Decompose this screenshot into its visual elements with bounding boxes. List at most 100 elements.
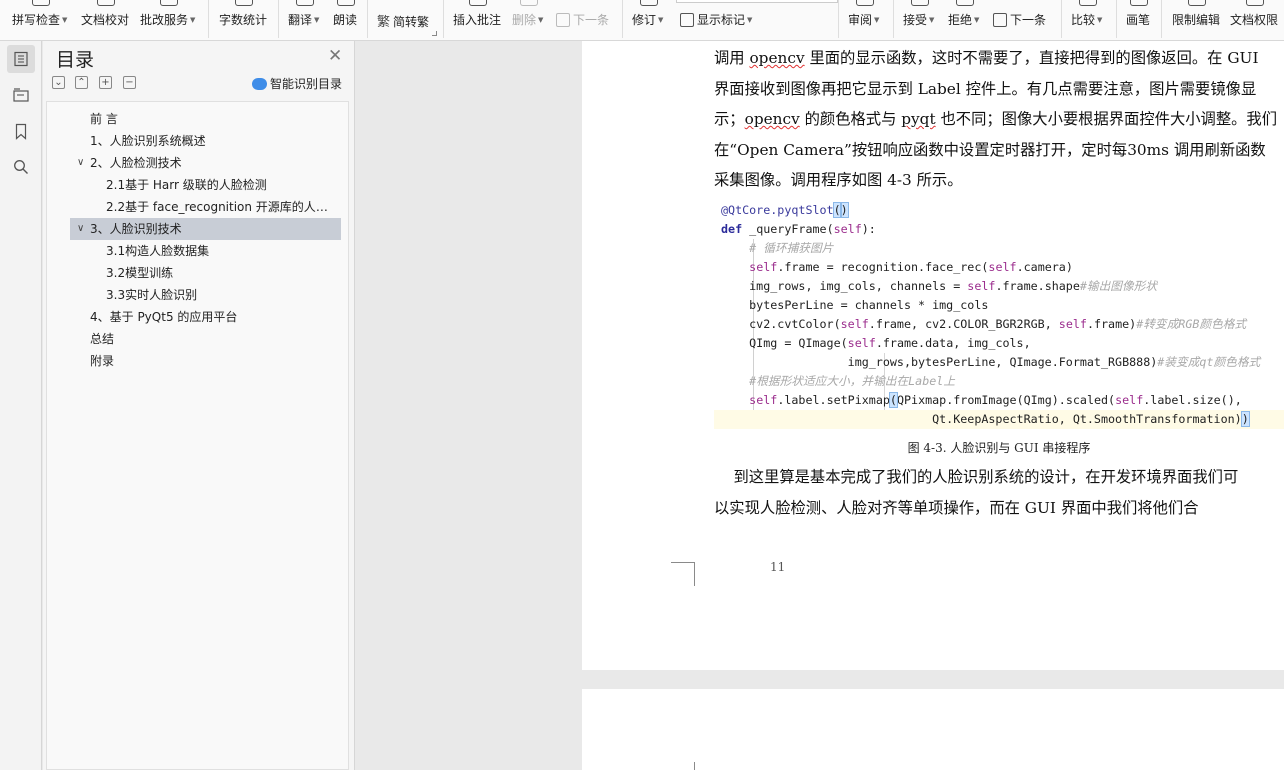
pen-button[interactable]: 画笔	[1126, 0, 1152, 40]
document-page[interactable]: 调用 opencv 里面的显示函数，这时不需要了，直接把得到的图像返回。在 GU…	[582, 41, 1284, 670]
text-line: 以实现人脸检测、人脸对齐等单项操作，而在 GUI 界面中我们将他们合	[714, 493, 1284, 524]
text-run: 界面接收到图像再把它显示到 Label 控件上。有几点需要注意，图片需要镜像显	[714, 79, 1257, 98]
correction-service-button[interactable]: 批改服务 ▼	[140, 0, 198, 40]
code-line: cv2.cvtColor(self.frame, cv2.COLOR_BGR2R…	[721, 315, 1246, 334]
word-count-button[interactable]: 字数统计	[219, 0, 269, 40]
chevron-down-icon[interactable]: ∨	[77, 152, 84, 174]
toc-pane-button[interactable]	[7, 45, 35, 73]
reject-button[interactable]: 拒绝 ▼	[948, 0, 982, 40]
read-aloud-label: 朗读	[333, 13, 358, 27]
toc-item[interactable]: 总结	[47, 328, 347, 350]
toc-item-label: 2.1基于 Harr 级联的人脸检测	[106, 178, 267, 192]
toc-item[interactable]: 4、基于 PyQt5 的应用平台	[47, 306, 347, 328]
toc-item-label: 附录	[90, 354, 115, 368]
code-line: bytesPerLine = channels * img_cols	[721, 296, 988, 315]
correction-service-icon	[160, 0, 178, 6]
show-markup-button[interactable]: 显示标记 ▼	[680, 0, 760, 40]
toc-item[interactable]: ∨ 3、人脸识别技术	[70, 218, 341, 240]
toc-item-label: 4、基于 PyQt5 的应用平台	[90, 310, 238, 324]
smart-recognize-label: 智能识别目录	[270, 77, 343, 91]
body-paragraph: 调用 opencv 里面的显示函数，这时不需要了，直接把得到的图像返回。在 GU…	[714, 43, 1284, 196]
compare-icon	[1079, 0, 1097, 6]
toc-item[interactable]: 前 言	[47, 108, 347, 130]
doc-proofread-button[interactable]: 文档校对	[81, 0, 131, 40]
toc-item[interactable]: 1、人脸识别系统概述	[47, 130, 347, 152]
toc-panel: 目录 ✕ ⌄ ⌃ + − 智能识别目录 前 言 1、人脸识别系统概述 ∨ 2、人脸检测…	[43, 41, 355, 770]
next-change-button[interactable]: 下一条	[993, 0, 1051, 40]
bookmark-pane-button[interactable]	[7, 117, 35, 145]
chevron-down-icon: ▼	[62, 16, 68, 24]
toc-item[interactable]: 3.1构造人脸数据集	[47, 240, 347, 262]
insert-comment-button[interactable]: 插入批注	[453, 0, 503, 40]
chevron-down-icon: ▼	[929, 16, 935, 24]
smart-recognize-toc-button[interactable]: 智能识别目录	[252, 75, 342, 92]
toc-item[interactable]: 3.2模型训练	[47, 262, 347, 284]
simplified-to-traditional-label: 简转繁	[393, 15, 430, 29]
translate-icon	[296, 0, 314, 6]
restrict-editing-icon	[1188, 0, 1206, 6]
toc-item[interactable]: 2.2基于 face_recognition 开源库的人脸检测	[47, 196, 347, 218]
reject-label: 拒绝	[948, 13, 973, 27]
correction-service-label: 批改服务	[140, 13, 189, 27]
ribbon-separator	[1116, 0, 1117, 38]
figure-caption: 图 4-3. 人脸识别与 GUI 串接程序	[907, 441, 1091, 455]
toc-item[interactable]: 3.3实时人脸识别	[47, 284, 347, 306]
restrict-editing-button[interactable]: 限制编辑	[1172, 0, 1222, 40]
chevron-down-icon: ▼	[1097, 16, 1103, 24]
track-changes-label: 修订	[632, 13, 657, 27]
review-pane-button[interactable]: 审阅 ▼	[848, 0, 882, 40]
show-markup-icon	[680, 13, 694, 27]
toc-icon	[14, 51, 28, 67]
navigation-pane-button[interactable]	[7, 81, 35, 109]
chevron-down-icon[interactable]: ∨	[77, 218, 84, 240]
review-pane-label: 审阅	[848, 13, 873, 27]
chevron-down-icon: ▼	[190, 16, 196, 24]
document-page[interactable]	[582, 689, 1284, 770]
ai-recognize-icon	[252, 78, 267, 90]
code-token: .label.size(),	[1143, 393, 1242, 407]
next-comment-button[interactable]: 下一条	[556, 0, 614, 40]
delete-comment-button[interactable]: 删除 ▼	[512, 0, 546, 40]
spell-check-button[interactable]: 拼写检查 ▼	[12, 0, 70, 40]
toc-item[interactable]: 2.1基于 Harr 级联的人脸检测	[47, 174, 347, 196]
text-run: 到这里算是基本完成了我们的人脸识别系统的设计，在开发环境界面我们可	[714, 468, 1239, 486]
text-line: 采集图像。调用程序如图 4-3 所示。	[714, 165, 1284, 196]
ribbon-separator	[838, 0, 839, 38]
close-icon[interactable]: ✕	[328, 48, 342, 65]
code-token: .frame.data, img_cols,	[875, 336, 1031, 350]
toc-item-label: 1、人脸识别系统概述	[90, 134, 206, 148]
document-permissions-button[interactable]: 文档权限	[1230, 0, 1280, 40]
remove-heading-icon[interactable]: −	[123, 76, 136, 89]
chevron-down-icon: ▼	[974, 16, 980, 24]
toc-item[interactable]: ∨ 2、人脸检测技术	[47, 152, 347, 174]
reject-icon	[956, 0, 974, 6]
translate-button[interactable]: 翻译 ▼	[288, 0, 322, 40]
accept-button[interactable]: 接受 ▼	[903, 0, 937, 40]
pen-icon	[1130, 0, 1148, 6]
dialog-launcher-icon[interactable]	[432, 31, 437, 36]
insert-comment-label: 插入批注	[453, 13, 502, 27]
track-changes-button[interactable]: 修订 ▼	[632, 0, 666, 40]
code-line: QImg = QImage(self.frame.data, img_cols,	[721, 334, 1031, 353]
code-token: self	[1115, 393, 1144, 407]
toc-item[interactable]: 附录	[47, 350, 347, 372]
simplified-to-traditional-button[interactable]: 繁简转繁	[377, 0, 435, 40]
code-token: #转变成RGB颜色格式	[1136, 317, 1247, 331]
code-token: self	[847, 336, 876, 350]
next-change-label: 下一条	[1010, 13, 1047, 27]
read-aloud-button[interactable]: 朗读	[333, 0, 359, 40]
compare-button[interactable]: 比较 ▼	[1071, 0, 1105, 40]
chevron-down-icon: ▼	[314, 16, 320, 24]
add-heading-icon[interactable]: +	[99, 76, 112, 89]
document-permissions-icon	[1246, 0, 1264, 6]
search-pane-button[interactable]	[7, 153, 35, 181]
code-token: self	[749, 260, 778, 274]
misspelled-word: pyqt	[901, 110, 936, 128]
code-token: .frame)	[1086, 317, 1137, 331]
move-up-icon[interactable]: ⌃	[75, 76, 88, 89]
text-run: 在“Open Camera”按钮响应函数中设置定时器打开，定时每30ms 调用刷…	[714, 140, 1266, 159]
collapse-all-icon[interactable]: ⌄	[52, 76, 65, 89]
